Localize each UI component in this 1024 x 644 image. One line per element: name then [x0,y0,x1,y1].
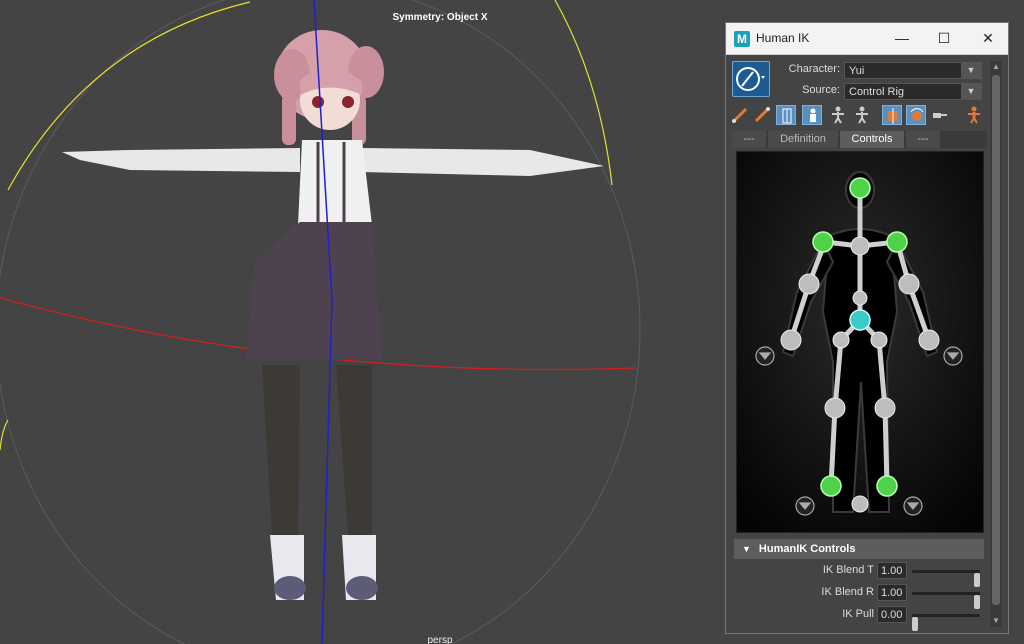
figure-orange-icon[interactable] [964,105,984,125]
controls-figure-view[interactable] [736,151,984,533]
hips-effector[interactable] [849,309,871,331]
ik-blend-r-field[interactable]: 1.00 [877,584,907,601]
skeleton-select-icon[interactable] [776,105,796,125]
source-dropdown[interactable]: Control Rig ▼ [844,83,982,100]
character-label: Character: [788,63,840,75]
scrollbar-thumb[interactable] [992,75,1000,605]
vertical-scrollbar[interactable]: ▲ ▼ [990,61,1002,627]
slider-handle[interactable] [912,617,918,631]
ik-pull-slider[interactable] [912,614,980,631]
window-titlebar[interactable]: M Human IK — ☐ ✕ [726,23,1008,55]
ik-pull-field[interactable]: 0.00 [877,606,907,623]
ik-pull-row: IK Pull 0.00 [734,605,984,631]
close-button[interactable]: ✕ [970,27,1006,49]
ik-blend-t-field[interactable]: 1.00 [877,562,907,579]
ik-blend-r-label: IK Blend R [821,586,874,598]
pin-translation-icon[interactable] [882,105,902,125]
maya-app-icon: M [734,31,750,47]
character-value: Yui [849,65,865,77]
triangle-down-icon: ▼ [742,544,751,554]
chevron-down-icon: ▼ [961,63,981,78]
ik-blend-r-row: IK Blend R 1.00 [734,583,984,609]
camera-label: persp [427,635,453,644]
humanik-logo-icon [736,67,765,91]
ik-blend-t-slider[interactable] [912,570,980,587]
source-value: Control Rig [849,86,905,98]
pin-rotation-icon[interactable] [906,105,926,125]
ik-blend-r-slider[interactable] [912,592,980,609]
tab-definition[interactable]: Definition [768,131,838,148]
humanik-figure [737,152,983,532]
tab-prev[interactable]: --- [732,131,766,148]
scroll-up-icon[interactable]: ▲ [990,61,1002,73]
selection-icon[interactable] [852,105,872,125]
tab-next[interactable]: --- [906,131,940,148]
full-body-icon[interactable] [828,105,848,125]
minimize-button[interactable]: — [884,27,920,49]
tab-controls[interactable]: Controls [840,131,904,148]
pencil-icon[interactable] [730,105,750,125]
human-ik-body: Character: Yui ▼ Source: Control Rig ▼ -… [726,55,1008,633]
maximize-button[interactable]: ☐ [926,27,962,49]
humanik-menu-button[interactable] [732,61,770,97]
source-label: Source: [802,84,840,96]
ik-pull-label: IK Pull [842,608,874,620]
character-model-yui[interactable] [62,30,604,600]
body-part-icon[interactable] [802,105,822,125]
key-icon[interactable] [930,105,950,125]
ik-blend-t-row: IK Blend T 1.00 [734,561,984,587]
human-ik-window[interactable]: M Human IK — ☐ ✕ Character: Yui ▼ Source… [725,22,1009,634]
character-dropdown[interactable]: Yui ▼ [844,62,982,79]
humanik-controls-section[interactable]: ▼ HumanIK Controls [734,539,984,559]
pencil-icon[interactable] [752,105,772,125]
humanik-tabs: --- Definition Controls --- [732,131,987,148]
window-title: Human IK [756,31,810,45]
chevron-down-icon: ▼ [961,84,981,99]
section-title: HumanIK Controls [758,543,856,555]
ik-blend-t-label: IK Blend T [822,564,874,576]
scroll-down-icon[interactable]: ▼ [990,615,1002,627]
humanik-toolbar [730,105,992,129]
